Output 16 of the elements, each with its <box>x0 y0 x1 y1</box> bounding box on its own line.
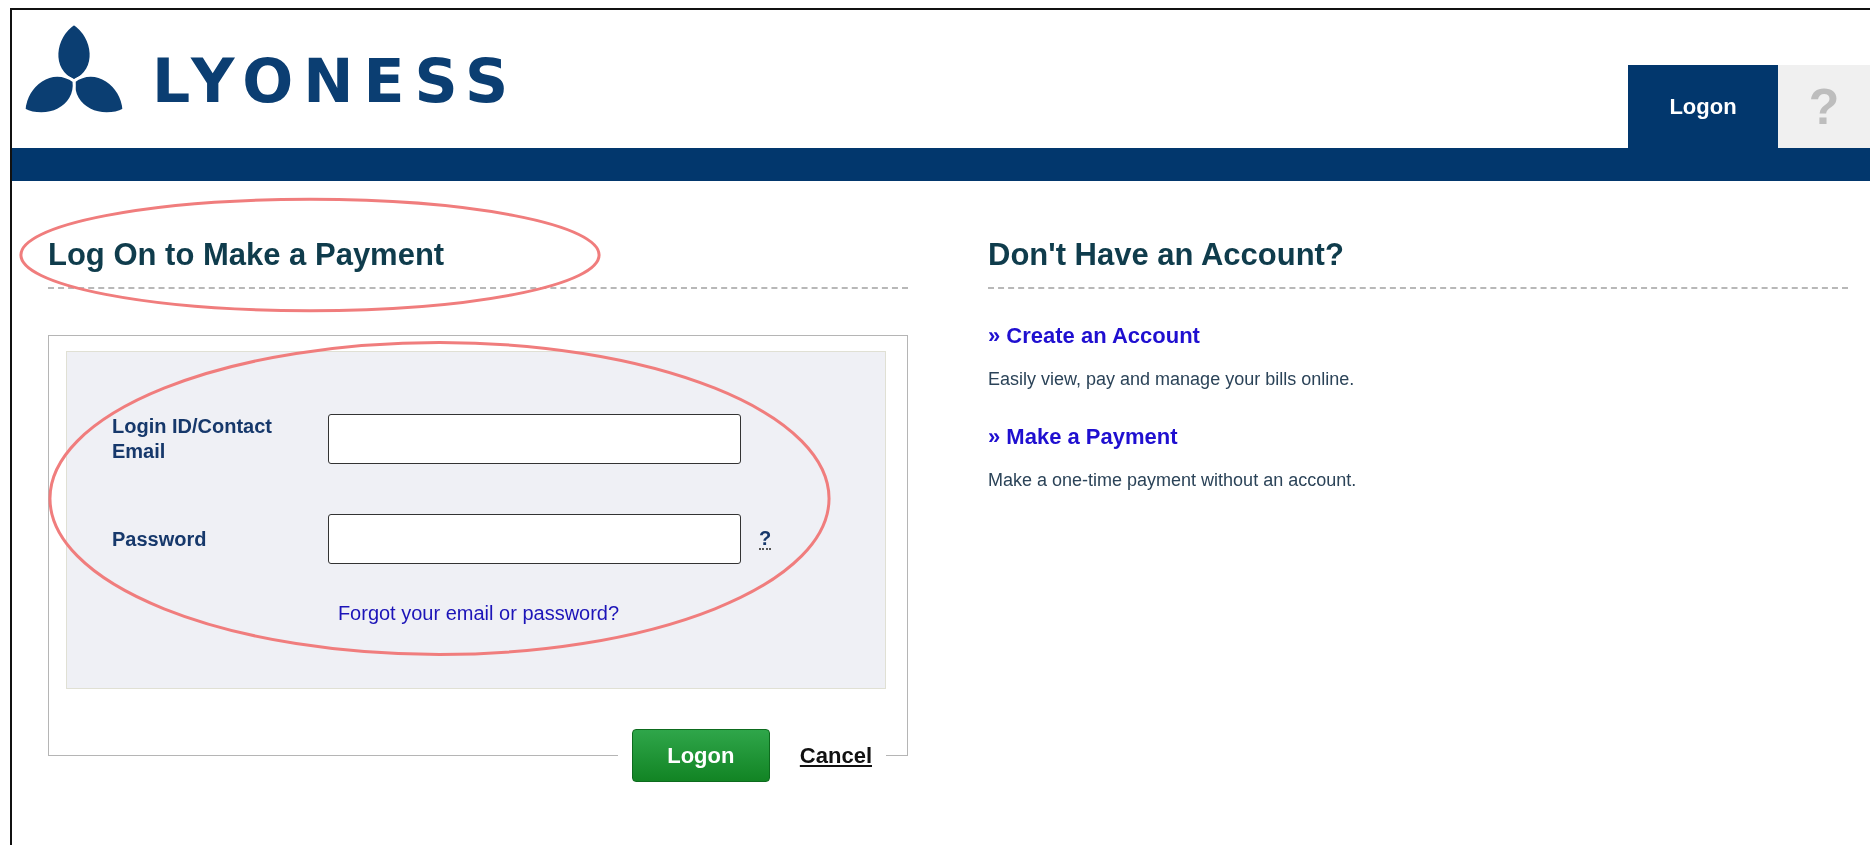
option-link[interactable]: » Create an Account <box>988 323 1200 349</box>
nav-tab[interactable]: Logon <box>1628 65 1778 148</box>
logo-text: LYONESS <box>152 46 519 116</box>
section-heading: Log On to Make a Payment <box>48 237 445 273</box>
option-description: Easily view, pay and manage your bills online. <box>988 369 1356 390</box>
cancel-link[interactable]: Cancel <box>799 742 872 769</box>
field-label: Password <box>112 526 208 552</box>
field-label: Login ID/Contact Email <box>112 414 273 464</box>
input-field[interactable] <box>328 414 741 464</box>
forgot-link[interactable]: Forgot your email or password? <box>337 602 620 625</box>
section-heading: Don't Have an Account? <box>988 237 1344 273</box>
logon-button[interactable]: Logon <box>631 729 770 782</box>
input-field[interactable] <box>328 514 741 564</box>
option-link[interactable]: » Make a Payment <box>988 424 1178 450</box>
option-description: Make a one-time payment without an account. <box>988 470 1358 491</box>
help-link[interactable]: ? <box>759 528 772 550</box>
